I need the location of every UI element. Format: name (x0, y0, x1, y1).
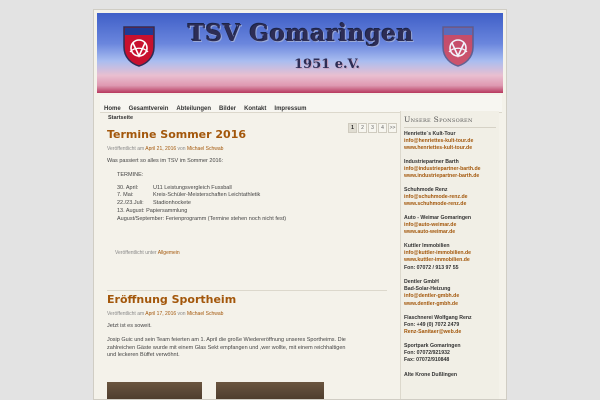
sponsor-web-link[interactable]: www.henriettes-kult-tour.de (404, 145, 499, 152)
termin-date: 22./23.Juli: (117, 200, 144, 207)
meta-prefix: Veröffentlicht am (107, 146, 145, 152)
next-pages-link[interactable]: >> (388, 123, 397, 133)
sponsor-block: Auto - Weimar Gomaringen info@auto-weima… (404, 215, 499, 237)
termine-row: 7. Mai: Kreis-Schüler-Meisterschaften Lei… (117, 192, 387, 200)
termin-text: Stadionhockete (153, 200, 191, 207)
sponsor-phone: Fon: 07072/921932 (404, 350, 450, 357)
sponsor-name: Industriepartner Barth (404, 159, 459, 165)
termine-row: August/September: Ferienprogramm (Termin… (117, 216, 387, 224)
termine-row: 30. April: U11 Leistungsvergleich Fussbal… (117, 185, 387, 193)
post-category: Veröffentlicht unter Allgemein (107, 250, 387, 256)
post-paragraph: Jetzt ist es soweit. (107, 323, 152, 329)
header-bottom-band (97, 85, 503, 93)
termin-text: Papiersammlung (146, 207, 188, 214)
post-termine: Termine Sommer 2016 Veröffentlicht am Ap… (107, 128, 387, 256)
site-founding-year: 1951 e.V. (294, 57, 360, 72)
termin-date: 30. April: (117, 184, 139, 191)
sponsor-fax: Fax: 07072/910848 (404, 357, 450, 364)
sidebar-divider (404, 127, 496, 128)
nav-item-kontakt[interactable]: Kontakt (240, 101, 270, 112)
sponsor-web-link[interactable]: www.dentler-gmbh.de (404, 301, 499, 308)
sidebar: Unsere Sponsoren Henriette´s Kult-Tour i… (400, 111, 499, 399)
nav-item-abteilungen[interactable]: Abteilungen (172, 101, 215, 112)
post-divider (107, 290, 387, 291)
sidebar-title: Unsere Sponsoren (404, 115, 473, 124)
site-title[interactable]: TSV Gomaringen (188, 20, 414, 47)
sponsor-block: Alte Krone Dußlingen (404, 372, 499, 379)
termin-text: Ferienprogramm (Termine stehen noch nich… (165, 215, 287, 222)
sponsor-phone: Fon: 07072 / 913 97 55 (404, 264, 459, 271)
termine-row: 22./23.Juli: Stadionhockete (117, 200, 387, 208)
nav-item-impressum[interactable]: Impressum (270, 101, 310, 112)
category-prefix: Veröffentlicht unter (115, 249, 157, 256)
sponsor-name: Schuhmode Renz (404, 187, 448, 193)
termine-label: TERMINE: (117, 171, 144, 178)
termin-date: 7. Mai: (117, 192, 134, 199)
post-title[interactable]: Termine Sommer 2016 (107, 128, 387, 141)
sponsor-email-link[interactable]: info@henriettes-kult-tour.de (404, 138, 499, 145)
site-header: TSV Gomaringen 1951 e.V. (97, 13, 503, 93)
sponsor-block: Kuttler Immobilien info@kuttler-immobili… (404, 243, 499, 272)
post-paragraph: Josip Guic und sein Team feierten am 1. … (107, 336, 346, 343)
post-paragraph: zahlreichen Gäste wurde mit einem Glas S… (107, 344, 346, 351)
sponsor-name: Auto - Weimar Gomaringen (404, 215, 472, 221)
page-wrapper: TSV Gomaringen 1951 e.V. Home Gesamtverei… (93, 9, 507, 400)
post-paragraph: und leckeren Büffet verwöhnt. (107, 352, 180, 359)
sponsor-email-link[interactable]: info@dentler-gmbh.de (404, 293, 499, 300)
termine-list: 30. April: U11 Leistungsvergleich Fussbal… (107, 185, 387, 224)
sponsor-subline: Bad-Solar-Heizung (404, 286, 451, 293)
main-content: Termine Sommer 2016 Veröffentlicht am Ap… (107, 128, 387, 256)
termin-text: U11 Leistungsvergleich Fussball (153, 184, 232, 191)
club-crest-logo (123, 26, 155, 67)
club-crest-logo-right (442, 26, 474, 67)
meta-prefix: Veröffentlicht am (107, 311, 145, 317)
post-sportheim: Eröffnung Sportheim Veröffentlicht am Ap… (107, 293, 387, 360)
sponsor-block: Dentler GmbH Bad-Solar-Heizung info@dent… (404, 279, 499, 308)
sponsor-web-link[interactable]: www.kuttler-immobilien.de (404, 257, 499, 264)
post-author-link[interactable]: Michael Schwab (187, 311, 223, 317)
sponsor-web-link[interactable]: www.auto-weimar.de (404, 229, 499, 236)
post-photo[interactable] (107, 382, 202, 399)
sponsor-web-link[interactable]: www.industriepartner-barth.de (404, 173, 499, 180)
post-meta: Veröffentlicht am April 17, 2016 von Mic… (107, 311, 387, 317)
sponsor-name: Sportpark Gomaringen (404, 343, 461, 349)
sponsor-block: Schuhmode Renz info@schuhmode-renz.de ww… (404, 187, 499, 209)
post-intro: Was passiert so alles im TSV im Sommer 2… (107, 158, 224, 164)
meta-by: von (177, 146, 186, 152)
post-meta: Veröffentlicht am April 21, 2016 von Mic… (107, 146, 387, 152)
nav-item-home[interactable]: Home (100, 101, 125, 112)
termin-date: August/September: (117, 215, 165, 222)
sponsor-email-link[interactable]: Renz-Sanitaer@web.de (404, 329, 499, 336)
sponsor-name: Henriette´s Kult-Tour (404, 131, 456, 137)
post-author-link[interactable]: Michael Schwab (187, 146, 223, 152)
termin-date: 13. August: (117, 207, 145, 214)
sponsor-email-link[interactable]: info@schuhmode-renz.de (404, 194, 499, 201)
nav-item-gesamtverein[interactable]: Gesamtverein (125, 101, 173, 112)
sponsor-name: Dentler GmbH (404, 279, 439, 285)
sponsor-email-link[interactable]: info@auto-weimar.de (404, 222, 499, 229)
termine-row: 13. August: Papiersammlung (117, 208, 387, 216)
sponsor-block: Henriette´s Kult-Tour info@henriettes-ku… (404, 131, 499, 153)
post-date-link[interactable]: April 21, 2016 (145, 146, 176, 152)
sponsor-block: Industriepartner Barth info@industriepar… (404, 159, 499, 181)
sponsor-block: Flaschnerei Wolfgang Renz Fon: +49 (0) 7… (404, 315, 499, 337)
sponsor-block: Sportpark Gomaringen Fon: 07072/921932 F… (404, 343, 499, 365)
breadcrumb: Startseite (108, 115, 134, 121)
sponsor-email-link[interactable]: info@industriepartner-barth.de (404, 166, 499, 173)
sponsor-email-link[interactable]: info@kuttler-immobilien.de (404, 250, 499, 257)
nav-item-bilder[interactable]: Bilder (215, 101, 240, 112)
sponsor-name: Flaschnerei Wolfgang Renz (404, 315, 472, 321)
post-title[interactable]: Eröffnung Sportheim (107, 293, 387, 306)
category-link[interactable]: Allgemein (158, 250, 180, 256)
meta-by: von (177, 311, 186, 317)
sponsor-web-link[interactable]: www.schuhmode-renz.de (404, 201, 499, 208)
sponsor-phone: Fon: +49 (0) 7072 2479 (404, 322, 460, 329)
post-photo[interactable] (216, 382, 324, 399)
post-date-link[interactable]: April 17, 2016 (145, 311, 176, 317)
sponsor-name: Alte Krone Dußlingen (404, 372, 458, 378)
sponsor-name: Kuttler Immobilien (404, 243, 450, 249)
termin-text: Kreis-Schüler-Meisterschaften Leichtathl… (153, 192, 261, 199)
